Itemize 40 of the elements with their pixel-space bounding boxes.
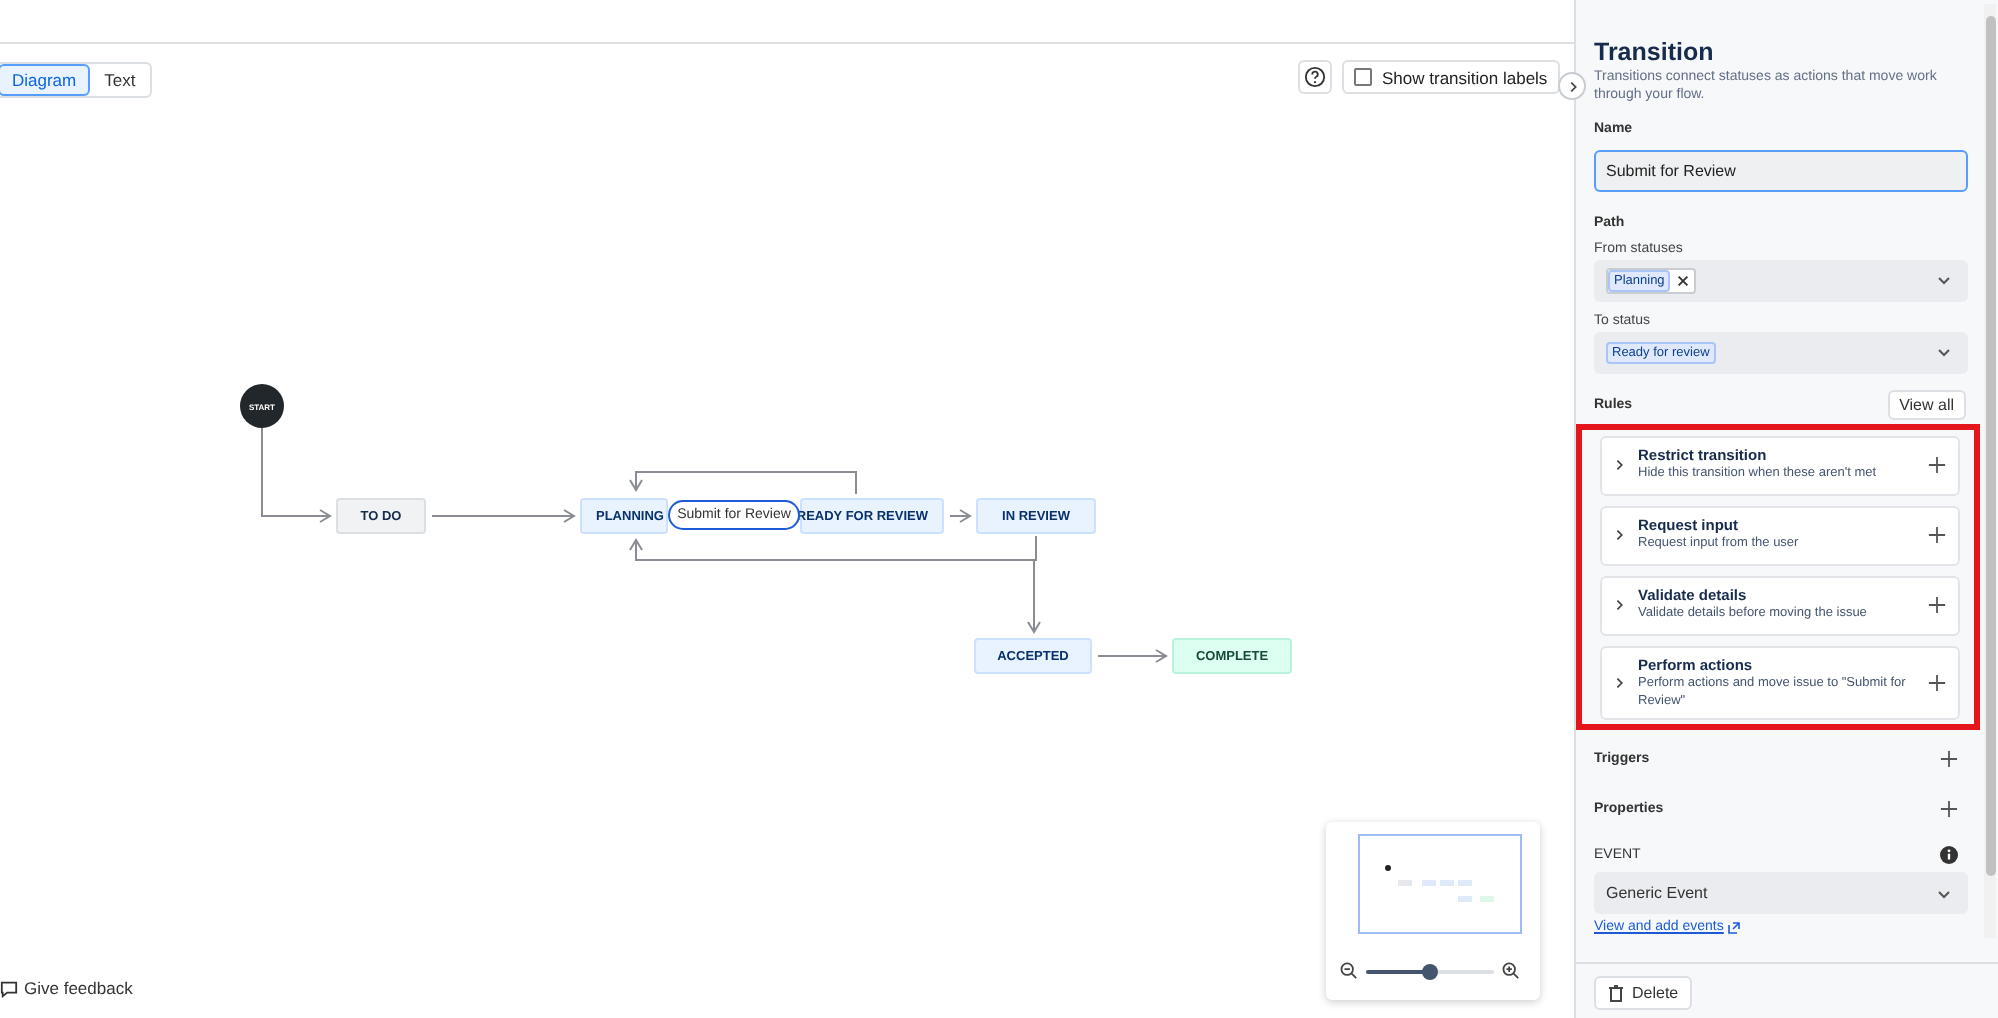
add-icon[interactable]	[1940, 800, 1958, 819]
help-icon	[1304, 66, 1326, 88]
view-all-button[interactable]: View all	[1887, 389, 1966, 420]
add-icon[interactable]	[1928, 456, 1946, 475]
chevron-right-icon	[1614, 528, 1626, 543]
add-icon[interactable]	[1928, 526, 1946, 545]
add-icon[interactable]	[1940, 750, 1958, 769]
trash-icon	[1608, 984, 1624, 1002]
slider-thumb[interactable]	[1422, 963, 1438, 979]
view-tab[interactable]: Diagram	[0, 64, 91, 96]
connector-arrow	[1097, 649, 1167, 663]
feedback-icon	[0, 979, 18, 997]
help-button[interactable]	[1298, 60, 1332, 94]
remove-icon[interactable]	[1676, 273, 1691, 288]
add-icon[interactable]	[1928, 674, 1946, 693]
chevron-right-icon	[1614, 458, 1626, 473]
connector-arrow	[261, 427, 331, 523]
panel-title: Transition	[1594, 38, 1716, 66]
chevron-down-icon	[1936, 344, 1952, 361]
info-icon[interactable]	[1940, 846, 1958, 865]
delete-button[interactable]: Delete	[1594, 976, 1693, 1010]
zoom-out-icon[interactable]	[1340, 962, 1358, 980]
give-feedback-link[interactable]: Give feedback	[0, 978, 133, 998]
checkbox[interactable]	[1354, 68, 1372, 86]
show-transition-labels-checkbox[interactable]: Show transition labels	[1342, 60, 1560, 94]
chevron-right-icon	[1614, 598, 1626, 613]
zoom-in-icon[interactable]	[1502, 962, 1520, 980]
scrollbar[interactable]	[1984, 4, 1996, 938]
chevron-down-icon	[1936, 885, 1952, 902]
select-value: Generic Event	[1606, 884, 1708, 903]
add-icon[interactable]	[1928, 596, 1946, 615]
connector-arrow	[431, 509, 575, 523]
external-link-icon	[1727, 921, 1740, 934]
chevron-down-icon	[1936, 272, 1952, 289]
connector-arrow	[949, 509, 971, 523]
collapse-panel-button[interactable]	[1558, 72, 1586, 100]
name-input-field[interactable]: Submit for Review	[1594, 149, 1968, 192]
chevron-right-icon	[1614, 676, 1626, 691]
chevron-right-icon	[1565, 79, 1579, 93]
event-select[interactable]: Generic Event	[1594, 872, 1968, 915]
